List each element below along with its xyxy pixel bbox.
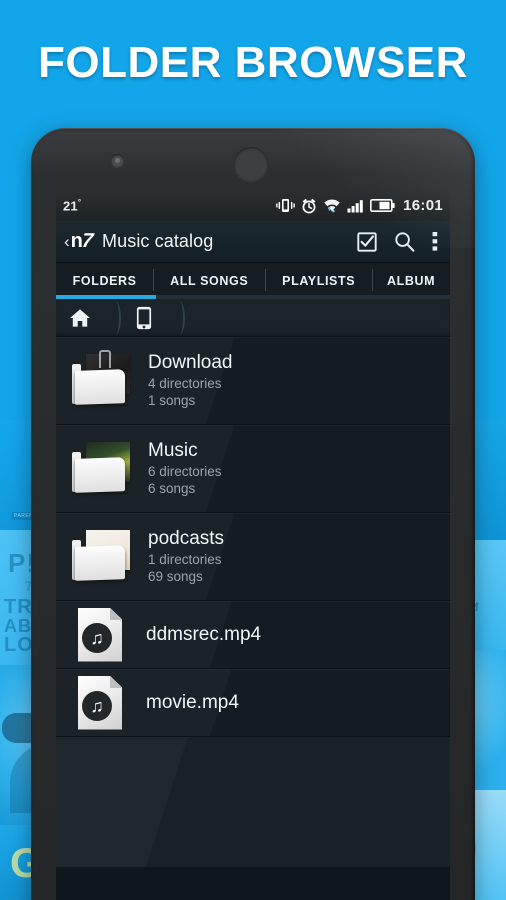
tab-playlists[interactable]: PLAYLISTS (265, 263, 372, 299)
tab-label: ALBUM (387, 274, 436, 288)
folder-front-icon (75, 456, 125, 493)
phone-screen: 21° 16:01 ‹ n 7 Music catalog FOLDERS AL… (56, 190, 450, 900)
page-title: FOLDER BROWSER (38, 38, 468, 87)
list-item-title: Download (148, 351, 233, 373)
music-file-icon: ♫ (78, 607, 122, 662)
list-item[interactable]: podcasts 1 directories 69 songs (56, 513, 450, 601)
phone-bezel-top (31, 128, 475, 190)
overflow-menu-icon[interactable] (432, 231, 438, 252)
signal-icon (347, 199, 363, 212)
file-thumbnail: ♫ (72, 675, 128, 731)
phone-mockup: 21° 16:01 ‹ n 7 Music catalog FOLDERS AL… (31, 128, 475, 900)
list-item-title: ddmsrec.mp4 (146, 623, 262, 645)
status-temperature: 21° (63, 197, 82, 214)
logo-digit-7: 7 (80, 230, 94, 252)
tab-label: ALL SONGS (170, 274, 249, 288)
list-item-subtitle-songs: 69 songs (148, 569, 203, 585)
folder-thumbnail (70, 526, 132, 588)
tab-bar: FOLDERS ALL SONGS PLAYLISTS ALBUM (56, 263, 450, 299)
folder-clip-icon (99, 349, 111, 368)
folder-front-icon (75, 368, 125, 405)
action-bar-title: Music catalog (102, 231, 214, 251)
file-thumbnail: ♫ (72, 607, 128, 663)
list-item[interactable]: ♫ movie.mp4 (56, 669, 450, 737)
list-item-title: movie.mp4 (146, 691, 239, 713)
app-logo[interactable]: n7 (71, 230, 94, 253)
status-bar: 21° 16:01 (56, 190, 450, 221)
tab-label: FOLDERS (72, 274, 137, 288)
list-item-meta: Download 4 directories 1 songs (148, 351, 233, 410)
list-item[interactable]: Music 6 directories 6 songs (56, 425, 450, 513)
tab-label: PLAYLISTS (282, 274, 356, 288)
list-item-meta: Music 6 directories 6 songs (148, 439, 222, 498)
folder-thumbnail (70, 349, 132, 412)
page-fold-icon (109, 607, 122, 620)
music-note-glyph: ♫ (90, 627, 104, 648)
music-file-icon: ♫ (78, 675, 122, 730)
breadcrumb (56, 299, 450, 337)
action-bar-actions (357, 231, 444, 252)
status-clock: 16:01 (403, 197, 443, 214)
list-item-meta: podcasts 1 directories 69 songs (148, 527, 224, 586)
list-item-subtitle-directories: 1 directories (148, 551, 222, 567)
list-item[interactable]: Download 4 directories 1 songs (56, 337, 450, 425)
music-note-glyph: ♫ (90, 695, 104, 716)
breadcrumb-device[interactable] (120, 299, 168, 337)
breadcrumb-separator-icon (104, 299, 120, 337)
tab-albums[interactable]: ALBUM (372, 263, 450, 299)
screenshot-stage: PARENTAL ADVISORY P!NK The TRUTH ABOUT L… (0, 0, 506, 900)
folder-thumbnail (70, 438, 132, 500)
wifi-icon (324, 199, 340, 213)
tab-all-songs[interactable]: ALL SONGS (153, 263, 265, 299)
battery-icon (370, 199, 395, 212)
front-camera-icon (111, 154, 124, 167)
list-item-subtitle-directories: 6 directories (148, 463, 222, 479)
status-icons: 16:01 (276, 197, 443, 214)
list-item-title: podcasts (148, 527, 225, 549)
earpiece-sensor-icon (234, 147, 268, 181)
action-bar: ‹ n7 Music catalog (56, 221, 450, 263)
list-item-subtitle-directories: 4 directories (148, 375, 222, 391)
alarm-icon (302, 198, 316, 213)
list-item[interactable]: ♫ ddmsrec.mp4 (56, 601, 450, 669)
music-note-badge: ♫ (82, 622, 112, 653)
file-list: Download 4 directories 1 songs Music 6 d… (56, 337, 450, 867)
list-item-subtitle-songs: 1 songs (148, 393, 196, 409)
breadcrumb-home[interactable] (56, 299, 104, 337)
page-fold-icon (109, 675, 122, 688)
list-item-title: Music (148, 439, 198, 461)
phone-icon (136, 306, 152, 329)
music-note-badge: ♫ (82, 690, 112, 721)
select-all-checkbox-icon[interactable] (357, 231, 377, 252)
search-icon[interactable] (394, 231, 415, 252)
breadcrumb-separator-icon (168, 299, 184, 337)
vibrate-icon (276, 199, 295, 212)
home-icon (70, 308, 90, 327)
list-empty-area (56, 737, 450, 867)
folder-front-icon (75, 544, 125, 581)
tab-folders[interactable]: FOLDERS (56, 263, 153, 299)
list-item-subtitle-songs: 6 songs (148, 481, 196, 497)
back-chevron-icon[interactable]: ‹ (64, 233, 70, 250)
